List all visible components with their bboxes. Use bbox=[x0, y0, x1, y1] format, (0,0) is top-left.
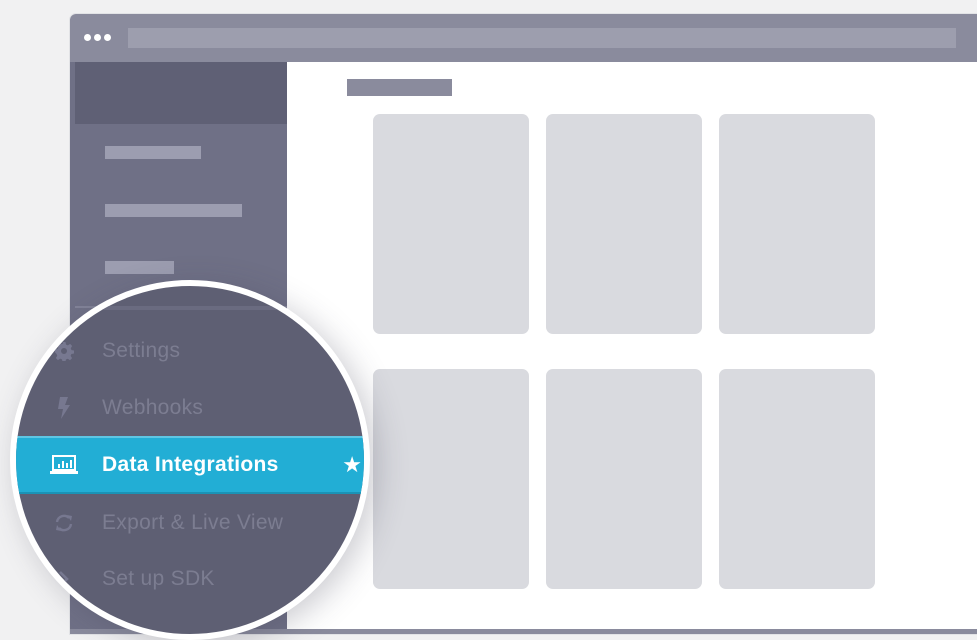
menu-item-webhooks[interactable]: Webhooks bbox=[16, 381, 364, 435]
address-bar[interactable] bbox=[128, 28, 956, 48]
gear-icon bbox=[50, 337, 78, 365]
menu-item-label: Set up SDK bbox=[102, 567, 215, 590]
menu-item-label: Data Integrations bbox=[102, 453, 279, 476]
title-bar bbox=[70, 14, 977, 62]
card-placeholder[interactable] bbox=[719, 114, 875, 334]
window-dot[interactable] bbox=[94, 34, 101, 41]
card-placeholder[interactable] bbox=[546, 369, 702, 589]
card-placeholder[interactable] bbox=[719, 369, 875, 589]
menu-item-set-up-sdk[interactable]: Set up SDK bbox=[16, 552, 364, 606]
sidebar-item-placeholder[interactable] bbox=[105, 146, 201, 159]
card-placeholder[interactable] bbox=[373, 114, 529, 334]
lightning-bolt-icon bbox=[50, 394, 78, 422]
sidebar-header-placeholder bbox=[75, 62, 287, 124]
menu-item-label: Webhooks bbox=[102, 396, 204, 419]
menu-item-label: Settings bbox=[102, 339, 181, 362]
card-placeholder[interactable] bbox=[546, 114, 702, 334]
chart-monitor-icon bbox=[50, 451, 78, 479]
sidebar-item-placeholder[interactable] bbox=[105, 261, 174, 274]
menu-item-label: Export & Live View bbox=[102, 511, 284, 534]
chevron-right-icon bbox=[50, 565, 78, 593]
sidebar-item-placeholder[interactable] bbox=[105, 204, 242, 217]
menu-item-settings[interactable]: Settings bbox=[16, 324, 364, 378]
menu-item-export-live-view[interactable]: Export & Live View bbox=[16, 496, 364, 550]
refresh-arrows-icon bbox=[50, 509, 78, 537]
star-icon[interactable]: ★ bbox=[342, 452, 362, 478]
card-placeholder[interactable] bbox=[373, 369, 529, 589]
window-dot[interactable] bbox=[104, 34, 111, 41]
sidebar-divider bbox=[16, 306, 364, 310]
menu-item-data-integrations[interactable]: Data Integrations ★ bbox=[16, 436, 364, 494]
page-title-placeholder bbox=[347, 79, 452, 96]
window-controls[interactable] bbox=[84, 34, 111, 41]
magnifier-lens: Settings Webhooks Data Integrations ★ Ex… bbox=[10, 280, 370, 640]
window-dot[interactable] bbox=[84, 34, 91, 41]
main-content bbox=[287, 62, 977, 634]
